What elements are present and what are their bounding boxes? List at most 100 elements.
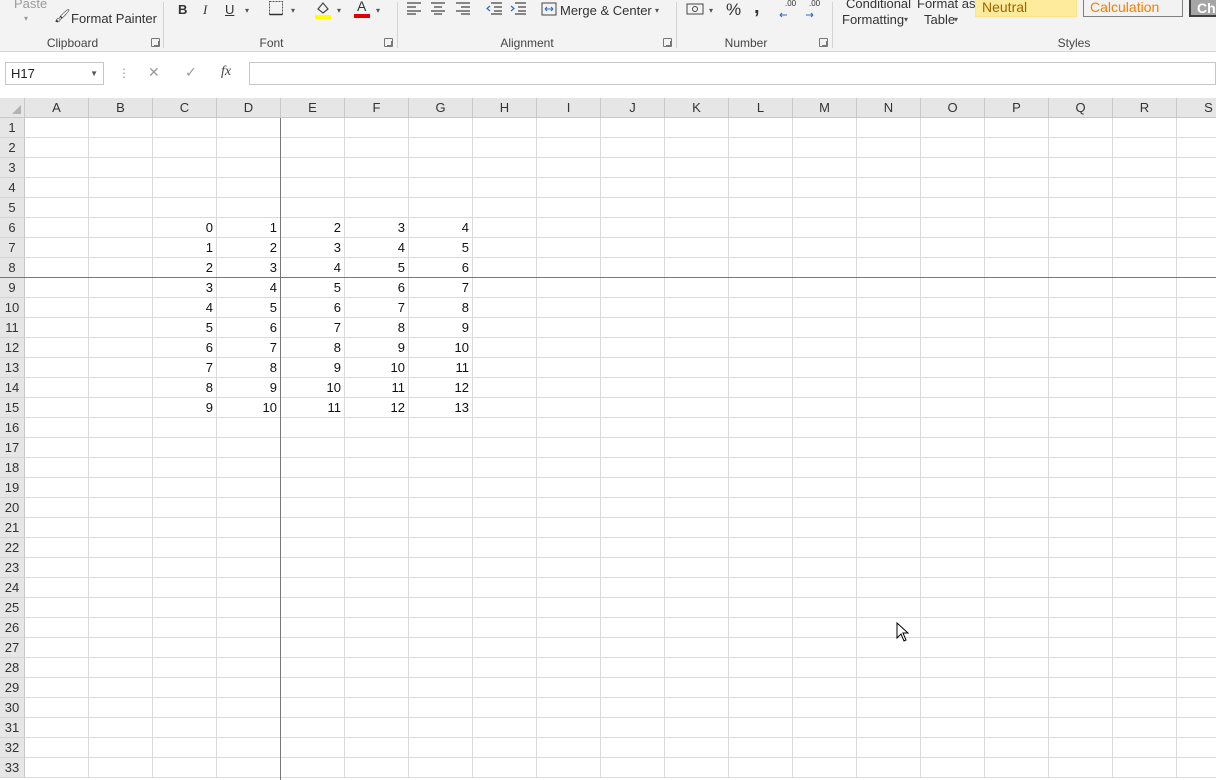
cell-n4[interactable] [857,178,921,198]
cell-q7[interactable] [1049,238,1113,258]
cell-h29[interactable] [473,678,537,698]
cell-q19[interactable] [1049,478,1113,498]
cell-n24[interactable] [857,578,921,598]
cell-k32[interactable] [665,738,729,758]
cell-n1[interactable] [857,118,921,138]
cell-k25[interactable] [665,598,729,618]
cell-j17[interactable] [601,438,665,458]
cell-h27[interactable] [473,638,537,658]
row-header-22[interactable]: 22 [0,538,25,558]
cell-j18[interactable] [601,458,665,478]
cell-r10[interactable] [1113,298,1177,318]
cell-d4[interactable] [217,178,281,198]
cell-j10[interactable] [601,298,665,318]
row-header-25[interactable]: 25 [0,598,25,618]
cell-s27[interactable] [1177,638,1216,658]
cell-c32[interactable] [153,738,217,758]
cell-l6[interactable] [729,218,793,238]
cell-a28[interactable] [25,658,89,678]
cell-e8[interactable]: 4 [281,258,345,278]
cell-c30[interactable] [153,698,217,718]
cell-r9[interactable] [1113,278,1177,298]
cell-o16[interactable] [921,418,985,438]
cell-f22[interactable] [345,538,409,558]
cell-p3[interactable] [985,158,1049,178]
cell-g17[interactable] [409,438,473,458]
cell-r5[interactable] [1113,198,1177,218]
cell-g12[interactable]: 10 [409,338,473,358]
format-as-table-dropdown-icon[interactable]: ▾ [954,15,958,24]
cell-s24[interactable] [1177,578,1216,598]
cell-j24[interactable] [601,578,665,598]
cell-g29[interactable] [409,678,473,698]
cell-a32[interactable] [25,738,89,758]
cell-m26[interactable] [793,618,857,638]
cell-m21[interactable] [793,518,857,538]
cell-p21[interactable] [985,518,1049,538]
cell-h31[interactable] [473,718,537,738]
row-header-6[interactable]: 6 [0,218,25,238]
cell-m7[interactable] [793,238,857,258]
cell-l23[interactable] [729,558,793,578]
cell-e10[interactable]: 6 [281,298,345,318]
cell-o13[interactable] [921,358,985,378]
italic-button[interactable]: I [203,2,207,18]
row-header-24[interactable]: 24 [0,578,25,598]
cell-q6[interactable] [1049,218,1113,238]
cell-q28[interactable] [1049,658,1113,678]
column-header-r[interactable]: R [1113,98,1177,118]
cell-r20[interactable] [1113,498,1177,518]
cell-i29[interactable] [537,678,601,698]
cell-n3[interactable] [857,158,921,178]
cell-h4[interactable] [473,178,537,198]
cell-d29[interactable] [217,678,281,698]
cell-f3[interactable] [345,158,409,178]
cell-b9[interactable] [89,278,153,298]
cell-j29[interactable] [601,678,665,698]
cell-d9[interactable]: 4 [217,278,281,298]
cell-o3[interactable] [921,158,985,178]
cell-a10[interactable] [25,298,89,318]
cell-k18[interactable] [665,458,729,478]
cell-n30[interactable] [857,698,921,718]
cell-c28[interactable] [153,658,217,678]
row-header-15[interactable]: 15 [0,398,25,418]
cell-e23[interactable] [281,558,345,578]
cell-k16[interactable] [665,418,729,438]
cell-b4[interactable] [89,178,153,198]
cell-l25[interactable] [729,598,793,618]
cell-q30[interactable] [1049,698,1113,718]
cell-j22[interactable] [601,538,665,558]
cell-h30[interactable] [473,698,537,718]
cell-q27[interactable] [1049,638,1113,658]
cell-r21[interactable] [1113,518,1177,538]
cell-k3[interactable] [665,158,729,178]
cell-o29[interactable] [921,678,985,698]
font-color-icon[interactable]: A [354,0,370,18]
fill-color-dropdown-icon[interactable]: ▾ [337,6,341,15]
merge-center-dropdown-icon[interactable]: ▾ [655,6,659,15]
cell-h1[interactable] [473,118,537,138]
cell-n20[interactable] [857,498,921,518]
cell-k30[interactable] [665,698,729,718]
cell-h6[interactable] [473,218,537,238]
cell-c7[interactable]: 1 [153,238,217,258]
cell-d18[interactable] [217,458,281,478]
cell-c11[interactable]: 5 [153,318,217,338]
cell-s8[interactable] [1177,258,1216,278]
cell-j11[interactable] [601,318,665,338]
row-header-27[interactable]: 27 [0,638,25,658]
cell-c20[interactable] [153,498,217,518]
cell-r24[interactable] [1113,578,1177,598]
cell-l4[interactable] [729,178,793,198]
cell-n7[interactable] [857,238,921,258]
cell-m23[interactable] [793,558,857,578]
cell-i11[interactable] [537,318,601,338]
cell-i31[interactable] [537,718,601,738]
cell-q14[interactable] [1049,378,1113,398]
select-all-button[interactable] [0,98,25,118]
cell-s12[interactable] [1177,338,1216,358]
cell-n33[interactable] [857,758,921,778]
cell-f31[interactable] [345,718,409,738]
row-header-18[interactable]: 18 [0,458,25,478]
